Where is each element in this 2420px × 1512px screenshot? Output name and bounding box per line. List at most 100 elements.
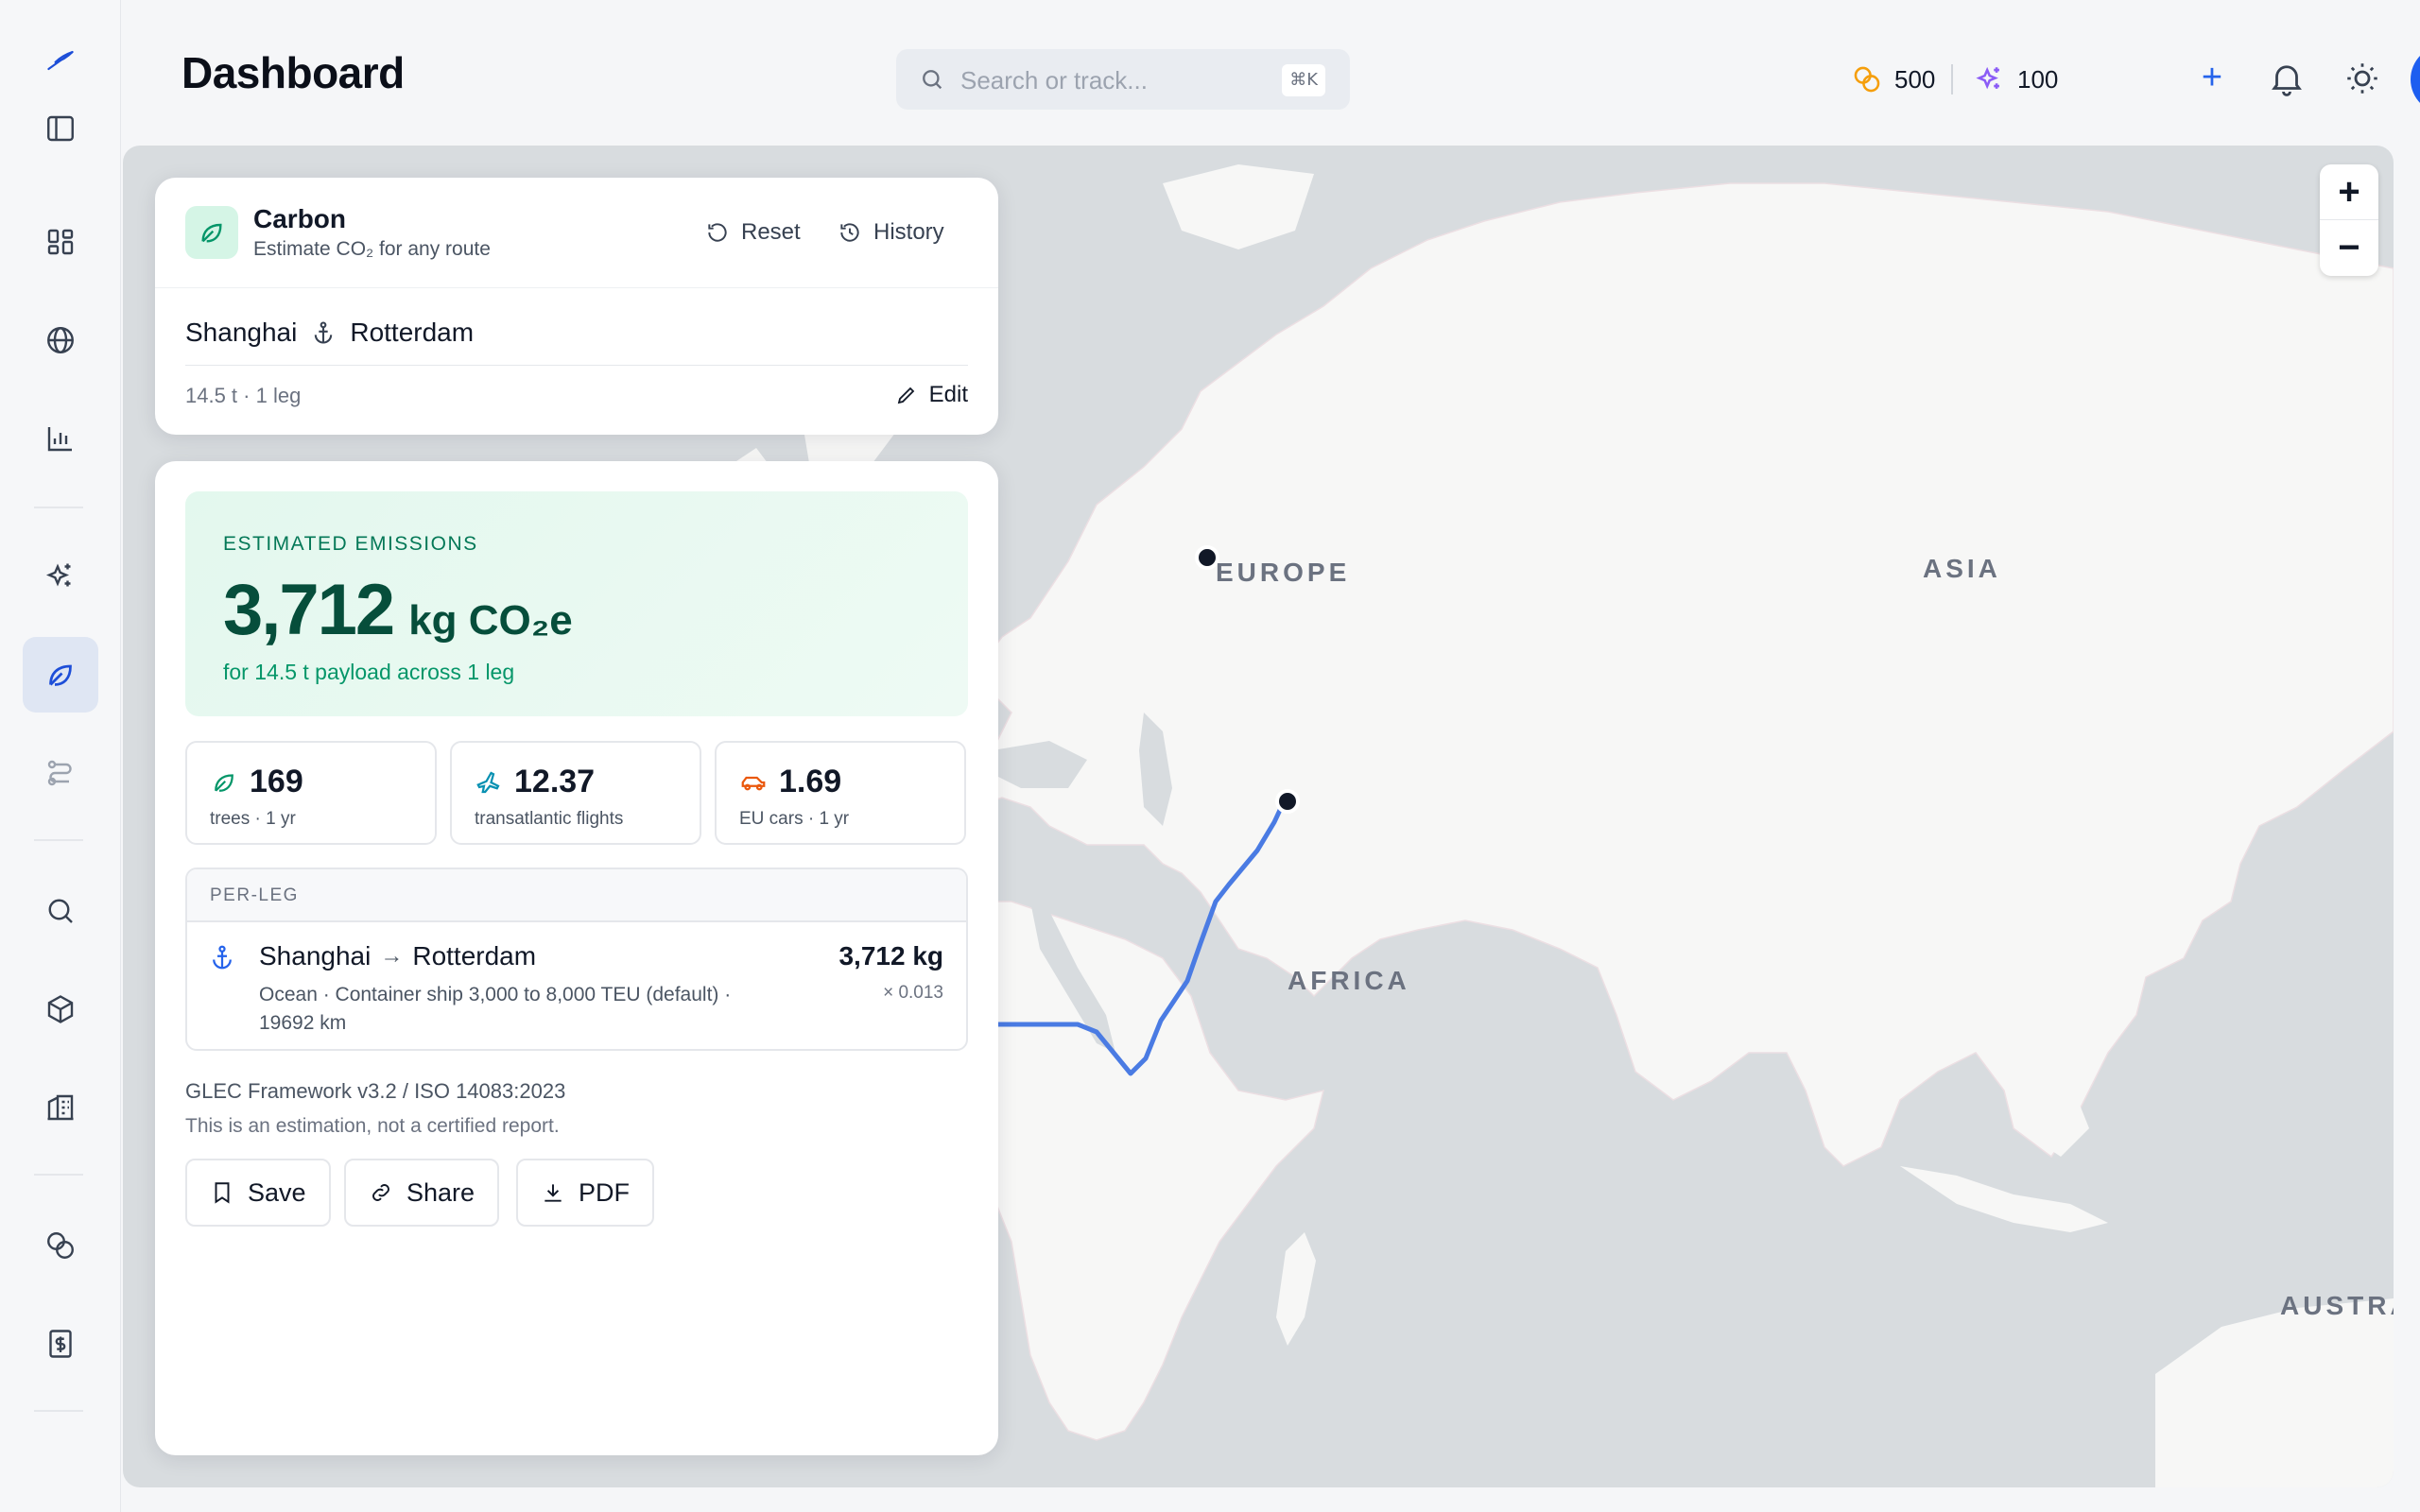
history-icon (840, 223, 859, 242)
search-bar[interactable]: Search or track... ⌘K (896, 49, 1350, 110)
carbon-leaf-icon (185, 206, 238, 259)
stat-cars: 1.69 EU cars · 1 yr (715, 741, 966, 845)
zoom-out-button[interactable]: − (2320, 220, 2378, 276)
stat-label: transatlantic flights (475, 809, 624, 829)
buildings-icon[interactable] (23, 1070, 98, 1145)
stat-flights: 12.37 transatlantic flights (450, 741, 701, 845)
anchor-icon (213, 945, 232, 970)
stat-value: 169 (250, 764, 303, 799)
save-label: Save (248, 1177, 306, 1207)
stat-value: 12.37 (514, 764, 596, 799)
coins-icon[interactable] (23, 1208, 98, 1283)
stat-label: trees · 1 yr (210, 809, 296, 829)
bookmark-icon (215, 1182, 230, 1204)
reset-button[interactable]: Reset (705, 219, 801, 246)
bell-icon[interactable] (2267, 59, 2307, 98)
sparkles-icon (1976, 66, 1999, 90)
history-label: History (873, 219, 944, 245)
leg-route: Shanghai → Rotterdam (259, 941, 536, 971)
zoom-in-button[interactable]: + (2320, 164, 2378, 220)
stat-trees: 169 trees · 1 yr (185, 741, 437, 845)
credits-value: 500 (1894, 64, 1936, 94)
plane-icon (476, 771, 500, 793)
sidebar-divider (34, 839, 83, 841)
share-label: Share (406, 1177, 475, 1207)
emissions-label: ESTIMATED EMISSIONS (223, 533, 478, 555)
land-australia (2155, 1298, 2394, 1487)
pdf-label: PDF (579, 1177, 630, 1207)
search-icon (923, 70, 942, 90)
leaf-icon (215, 773, 233, 792)
divider (185, 365, 968, 366)
map-label-asia: ASIA (1923, 554, 2001, 583)
origin-pin (1275, 789, 1300, 814)
reset-label: Reset (741, 219, 801, 245)
leg-emissions: 3,712 kg (838, 941, 943, 971)
tool-title: Carbon (253, 204, 346, 233)
download-icon (544, 1184, 562, 1202)
emissions-result-card: ESTIMATED EMISSIONS 3,712 kg CO₂e for 14… (155, 461, 998, 1455)
per-leg-header: PER-LEG (187, 869, 966, 922)
analytics-icon[interactable] (23, 401, 98, 476)
leg-origin: Shanghai (259, 941, 372, 971)
zoom-controls: + − (2320, 164, 2378, 276)
map-label-europe: EUROPE (1216, 558, 1351, 587)
tool-subtitle: Estimate CO₂ for any route (253, 238, 491, 260)
stat-value: 1.69 (779, 764, 842, 799)
reset-icon (708, 223, 727, 242)
share-button[interactable]: Share (344, 1159, 500, 1227)
leg-factor: × 0.013 (883, 983, 943, 1003)
edit-route-button[interactable]: Edit (895, 382, 968, 408)
sidebar-divider (34, 1410, 83, 1412)
coins-icon (1854, 66, 1880, 93)
route-card: Carbon Estimate CO₂ for any route Reset … (155, 178, 998, 435)
header-divider (1951, 64, 1953, 94)
page-title: Dashboard (182, 48, 405, 97)
routes-icon[interactable] (23, 735, 98, 811)
credits-counter[interactable]: 500 (1851, 60, 1935, 98)
car-icon (741, 776, 766, 790)
methodology-standard: GLEC Framework v3.2 / ISO 14083:2023 (185, 1079, 566, 1103)
per-leg-table: PER-LEG Shanghai → Rotterdam Ocean · Con… (185, 868, 968, 1051)
dashboard-icon[interactable] (23, 204, 98, 280)
toggle-sidebar-icon[interactable] (23, 91, 98, 166)
invoice-icon[interactable] (23, 1306, 98, 1382)
package-icon[interactable] (23, 971, 98, 1047)
route-summary[interactable]: Shanghai Rotterdam (185, 318, 474, 348)
route-destination: Rotterdam (350, 318, 475, 347)
anchor-icon (315, 321, 333, 344)
map-label-africa: AFRICA (1288, 966, 1410, 995)
emissions-subtitle: for 14.5 t payload across 1 leg (223, 660, 515, 684)
history-button[interactable]: History (838, 219, 944, 246)
leg-destination: Rotterdam (412, 941, 537, 971)
ai-credits-counter[interactable]: 100 (1974, 60, 2058, 98)
disclaimer-text: This is an estimation, not a certified r… (185, 1115, 560, 1137)
ai-sparkles-icon[interactable] (23, 539, 98, 614)
route-origin: Shanghai (185, 318, 298, 347)
land-greenland (1163, 164, 1314, 249)
search-icon[interactable] (23, 873, 98, 949)
map-label-australia: AUSTRA (2280, 1291, 2394, 1320)
sun-icon[interactable] (2342, 59, 2382, 98)
edit-label: Edit (928, 382, 968, 407)
add-credits-button[interactable]: + (2193, 60, 2231, 98)
destination-pin (1195, 545, 1219, 570)
save-button[interactable]: Save (185, 1159, 331, 1227)
leg-description: Ocean · Container ship 3,000 to 8,000 TE… (259, 984, 732, 1034)
carbon-leaf-icon[interactable] (23, 637, 98, 713)
arrow-right-icon: → (380, 943, 404, 969)
link-icon (372, 1184, 389, 1201)
logo-icon[interactable] (23, 23, 98, 98)
land-indonesia (1900, 1166, 2108, 1232)
divider (155, 287, 998, 288)
land-madagascar (1276, 1232, 1316, 1346)
stat-label: EU cars · 1 yr (739, 809, 850, 829)
pdf-download-button[interactable]: PDF (516, 1159, 654, 1227)
ai-credits-value: 100 (2017, 64, 2059, 94)
search-shortcut-badge: ⌘K (1282, 64, 1325, 96)
search-placeholder: Search or track... (960, 66, 1148, 94)
globe-icon[interactable] (23, 302, 98, 378)
sidebar-divider (34, 507, 83, 508)
emissions-unit: kg CO₂e (408, 597, 573, 644)
user-avatar[interactable]: MC (2411, 45, 2420, 113)
